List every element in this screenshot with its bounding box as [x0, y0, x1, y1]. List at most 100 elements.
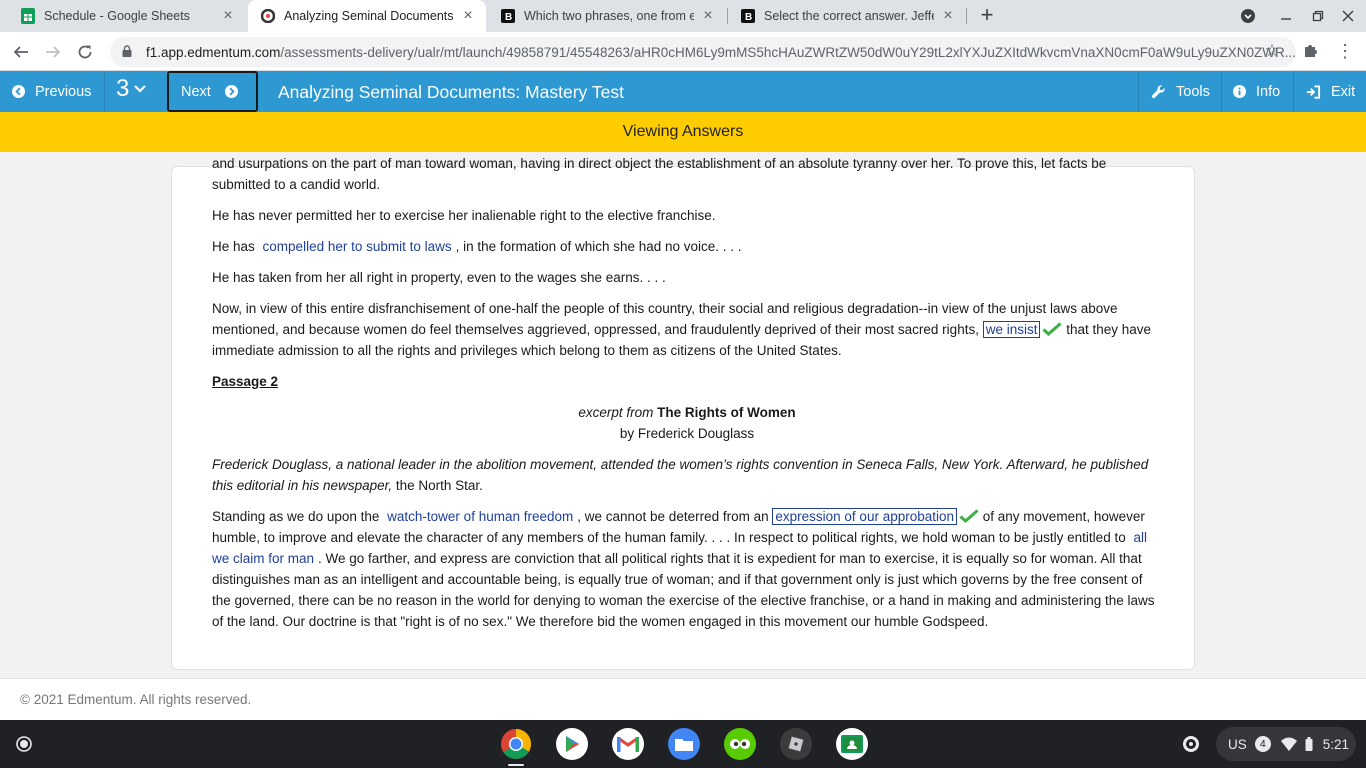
byline: by Frederick Douglass	[619, 426, 755, 441]
chevron-down-icon	[133, 84, 147, 94]
info-circle-icon	[1233, 85, 1246, 98]
previous-label: Previous	[35, 83, 92, 100]
os-shelf: US 4 5:21	[0, 720, 1366, 768]
correct-check-icon	[1042, 322, 1062, 336]
tab-title: Schedule - Google Sheets	[44, 9, 190, 23]
wifi-icon	[1280, 737, 1297, 751]
lock-icon	[122, 44, 134, 60]
classroom-icon[interactable]	[836, 728, 868, 760]
edmentum-icon	[260, 8, 276, 24]
url-host: f1.app.edmentum.com	[146, 44, 281, 60]
work-title: The Rights of Women	[657, 405, 796, 420]
intro-italic: Frederick Douglass, a national leader in…	[212, 457, 1149, 493]
tab-search-icon[interactable]	[1236, 4, 1260, 28]
active-app-indicator	[508, 764, 524, 766]
previous-button[interactable]: Previous	[12, 71, 91, 112]
passage-card: and usurpations on the part of man towar…	[171, 156, 1195, 670]
bookmark-star-icon[interactable]: ☆	[1262, 41, 1282, 61]
text-span: He has	[212, 239, 255, 254]
gmail-icon[interactable]	[612, 728, 644, 760]
tab-brainly-2[interactable]: B Select the correct answer. Jeffer ×	[728, 0, 966, 32]
passage1-paragraph: He has compelled her to submit to laws, …	[212, 236, 1162, 257]
passage2-body: Standing as we do upon the watch-tower o…	[212, 506, 1162, 632]
passage2-title-block: excerpt from The Rights of Women by Fred…	[212, 402, 1162, 444]
answer-phrase-watch-tower[interactable]: watch-tower of human freedom	[383, 509, 577, 524]
browser-toolbar: f1.app.edmentum.com/assessments-delivery…	[0, 32, 1366, 71]
duolingo-icon[interactable]	[724, 728, 756, 760]
close-tab-icon[interactable]: ×	[700, 8, 716, 24]
text-span: , we cannot be deterred from an	[577, 509, 769, 524]
play-store-icon[interactable]	[556, 728, 588, 760]
status-tray[interactable]: US 4 5:21	[1216, 727, 1356, 761]
extensions-puzzle-icon[interactable]	[1302, 41, 1322, 61]
reload-icon[interactable]	[72, 39, 98, 65]
text-span: . We go farther, and express are convict…	[212, 551, 1155, 629]
assessment-title: Analyzing Seminal Documents: Mastery Tes…	[278, 82, 624, 102]
question-number: 3	[116, 75, 130, 102]
exit-button[interactable]: Exit	[1306, 71, 1355, 112]
text-span: Now, in view of this entire disfranchise…	[212, 301, 1118, 337]
close-tab-icon[interactable]: ×	[220, 8, 236, 24]
address-bar[interactable]: f1.app.edmentum.com/assessments-delivery…	[110, 37, 1296, 67]
notification-count-badge: 4	[1254, 736, 1271, 752]
clock: 5:21	[1322, 736, 1350, 752]
toolbar-divider	[104, 71, 105, 112]
close-tab-icon[interactable]: ×	[460, 8, 476, 24]
url-path: /assessments-delivery/ualr/mt/launch/498…	[280, 44, 1296, 60]
next-button[interactable]: Next	[167, 71, 258, 112]
tab-title: Select the correct answer. Jeffer	[764, 9, 934, 23]
google-sheets-icon	[20, 8, 36, 24]
text-span: Standing as we do upon the	[212, 509, 380, 524]
exit-label: Exit	[1331, 83, 1356, 100]
heading-text: Passage 2	[212, 374, 279, 389]
excerpt-from-text: excerpt from	[578, 405, 654, 420]
passage2-intro: Frederick Douglass, a national leader in…	[212, 454, 1162, 496]
passage1-paragraph: Now, in view of this entire disfranchise…	[212, 298, 1162, 361]
text-span: , in the formation of which she had no v…	[455, 239, 742, 254]
assessment-toolbar: Previous 3 Next Analyzing Seminal Docume…	[0, 71, 1366, 112]
close-window-icon[interactable]	[1336, 4, 1360, 28]
copyright-footer: © 2021 Edmentum. All rights reserved.	[0, 678, 1366, 720]
restore-icon[interactable]	[1306, 4, 1330, 28]
tools-label: Tools	[1176, 83, 1210, 100]
kebab-menu-icon[interactable]: ⋮	[1336, 41, 1354, 61]
back-arrow-icon[interactable]	[8, 39, 34, 65]
content-area[interactable]: and usurpations on the part of man towar…	[0, 152, 1366, 678]
passage1-paragraph: He has taken from her all right in prope…	[212, 270, 666, 285]
next-label: Next	[181, 83, 211, 100]
intro-plain: the North Star.	[395, 478, 483, 493]
new-tab-button[interactable]: +	[975, 4, 999, 28]
close-tab-icon[interactable]: ×	[940, 8, 956, 24]
arrow-circle-left-icon	[12, 85, 25, 98]
info-button[interactable]: Info	[1233, 71, 1280, 112]
correct-check-icon	[959, 509, 979, 523]
files-icon[interactable]	[668, 728, 700, 760]
passage1-paragraph: and usurpations on the part of man towar…	[212, 156, 1107, 192]
brainly-icon: B	[500, 8, 516, 24]
viewing-answers-banner: Viewing Answers	[0, 112, 1366, 152]
info-label: Info	[1256, 83, 1281, 100]
passage1-paragraph: He has never permitted her to exercise h…	[212, 208, 716, 223]
chrome-icon[interactable]	[500, 728, 532, 760]
answer-phrase-expression-selected[interactable]: expression of our approbation	[772, 508, 958, 525]
toolbar-divider	[1221, 71, 1222, 112]
forward-arrow-icon[interactable]	[40, 39, 66, 65]
answer-phrase-we-insist-selected[interactable]: we insist	[982, 321, 1041, 338]
keyboard-layout: US	[1228, 736, 1247, 752]
svg-text:B: B	[505, 12, 512, 23]
tab-edmentum[interactable]: Analyzing Seminal Documents: M ×	[248, 0, 486, 32]
question-number-dropdown[interactable]: 3	[116, 75, 147, 103]
passage-text: and usurpations on the part of man towar…	[212, 153, 1162, 642]
toolbar-divider	[1293, 71, 1294, 112]
tools-button[interactable]: Tools	[1151, 71, 1210, 112]
tab-google-sheets[interactable]: Schedule - Google Sheets ×	[8, 0, 246, 32]
toolbar-divider	[1138, 71, 1139, 112]
launcher-icon[interactable]	[12, 732, 36, 756]
answer-phrase-compelled[interactable]: compelled her to submit to laws	[259, 239, 456, 254]
accessibility-icon[interactable]	[1182, 720, 1200, 768]
roblox-icon[interactable]	[780, 728, 812, 760]
battery-icon	[1305, 737, 1313, 751]
minimize-icon[interactable]	[1274, 4, 1298, 28]
tab-brainly-1[interactable]: B Which two phrases, one from ea ×	[488, 0, 726, 32]
tab-title: Which two phrases, one from ea	[524, 9, 694, 23]
